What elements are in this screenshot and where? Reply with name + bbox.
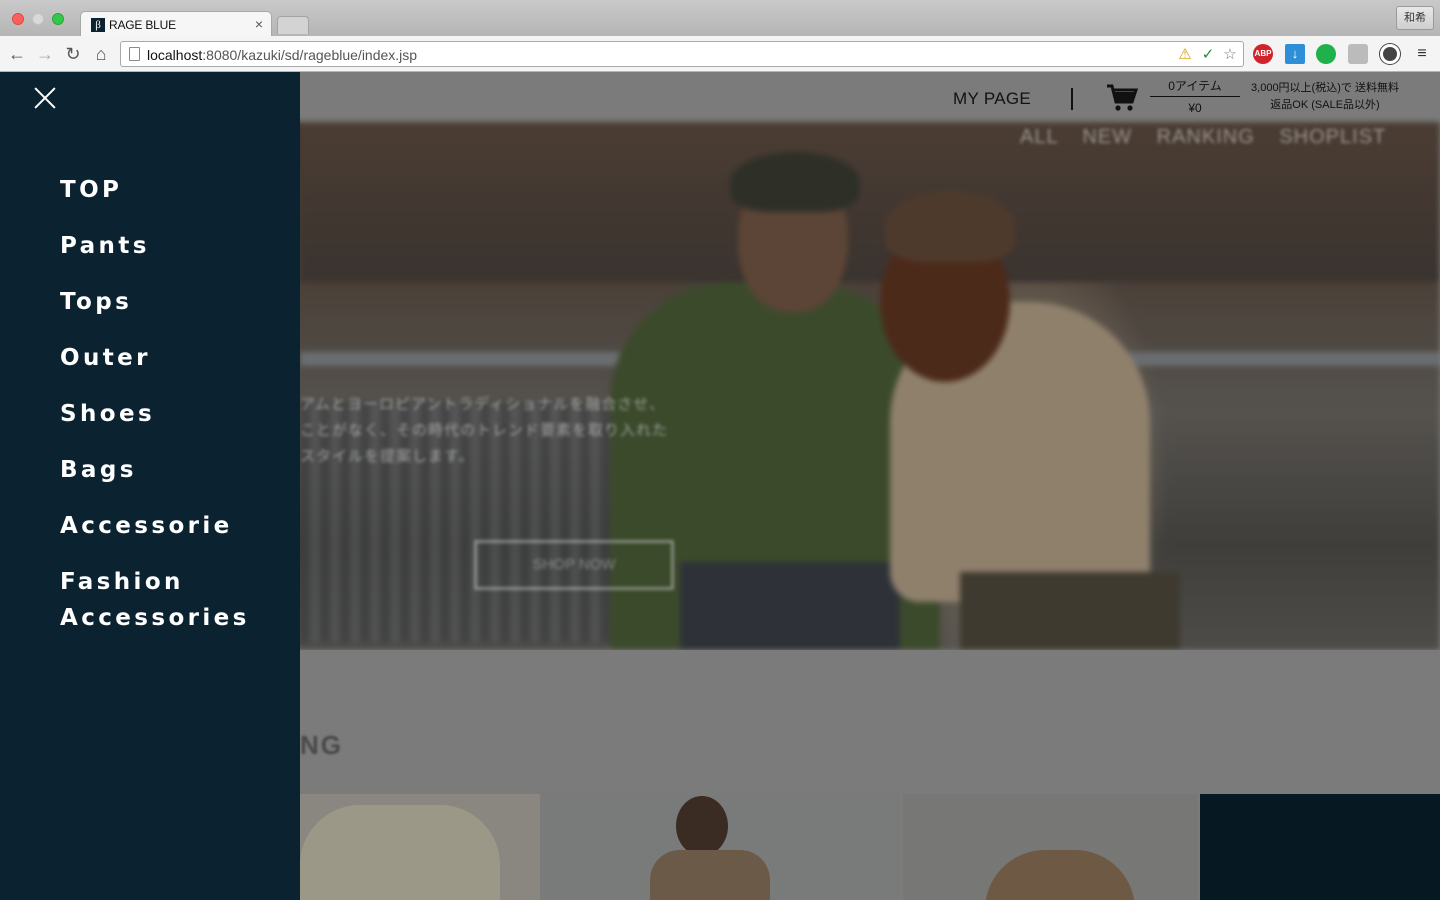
cart-icon[interactable] — [1106, 84, 1138, 112]
hero-woman-cap — [885, 192, 1015, 262]
shipping-notice: 3,000円以上(税込)で 送料無料 返品OK (SALE品以外) — [1240, 80, 1410, 114]
hero-man-legs — [680, 562, 900, 650]
drawer-item-tops[interactable]: Tops — [60, 284, 290, 320]
close-icon[interactable] — [33, 86, 57, 110]
evernote-icon[interactable] — [1316, 44, 1336, 64]
hero-text-line: アムとヨーロピアントラディショナルを融合させ、 — [300, 396, 666, 413]
drawer-item-pants[interactable]: Pants — [60, 228, 290, 264]
drawer-item-outer[interactable]: Outer — [60, 340, 290, 376]
tab-title: RAGE BLUE — [109, 18, 176, 32]
ranking-heading: NG — [300, 730, 343, 760]
hero-nav: ALL NEW RANKING SHOPLIST — [1020, 126, 1386, 149]
drawer-item-bags[interactable]: Bags — [60, 452, 290, 488]
tab-close-icon[interactable]: × — [255, 16, 263, 32]
shipping-line-1: 3,000円以上(税込)で 送料無料 — [1251, 82, 1399, 94]
hero-nav-new[interactable]: NEW — [1082, 126, 1132, 148]
hero-woman-legs — [960, 572, 1180, 650]
hero-man-cap — [730, 152, 860, 212]
browser-titlebar: β RAGE BLUE × 和希 — [0, 0, 1440, 37]
ime-indicator[interactable]: 和希 — [1396, 6, 1434, 30]
check-icon[interactable]: ✓ — [1199, 46, 1217, 64]
cart-total: ¥0 — [1188, 101, 1202, 115]
window-minimize-button[interactable] — [32, 13, 44, 25]
browser-toolbar: ← → ↻ ⌂ localhost:8080/kazuki/sd/rageblu… — [0, 36, 1440, 72]
site-favicon-icon: β — [91, 18, 105, 32]
drawer-item-accessorie[interactable]: Accessorie — [60, 508, 290, 544]
window-close-button[interactable] — [12, 13, 24, 25]
drawer-item-shoes[interactable]: Shoes — [60, 396, 290, 432]
hero-description: アムとヨーロピアントラディショナルを融合させ、 ことがなく、その時代のトレンド要… — [300, 392, 668, 470]
drawer-menu: TOP Pants Tops Outer Shoes Bags Accessor… — [60, 172, 290, 656]
browser-tab[interactable]: β RAGE BLUE × — [80, 11, 272, 37]
hero-nav-ranking[interactable]: RANKING — [1157, 126, 1255, 148]
menu-icon[interactable]: ≡ — [1411, 43, 1433, 65]
forward-arrow-icon[interactable]: → — [34, 43, 56, 65]
tool-icon[interactable] — [1348, 44, 1368, 64]
back-arrow-icon[interactable]: ← — [6, 43, 28, 65]
record-icon[interactable] — [1380, 44, 1400, 64]
star-icon[interactable]: ☆ — [1221, 46, 1239, 64]
window-zoom-button[interactable] — [52, 13, 64, 25]
hero-nav-all[interactable]: ALL — [1020, 126, 1058, 148]
header-divider — [1071, 88, 1073, 110]
hero-text-line: スタイルを提案します。 — [300, 448, 475, 465]
side-drawer: TOP Pants Tops Outer Shoes Bags Accessor… — [0, 72, 300, 900]
reload-icon[interactable]: ↻ — [62, 43, 84, 65]
home-icon[interactable]: ⌂ — [90, 43, 112, 65]
adblock-icon[interactable]: ABP — [1253, 44, 1273, 64]
warning-icon[interactable]: ⚠ — [1176, 46, 1194, 64]
product-image — [676, 796, 728, 856]
cart-item-count[interactable]: 0アイテム — [1150, 77, 1240, 97]
download-icon[interactable]: ↓ — [1285, 44, 1305, 64]
product-card[interactable] — [1200, 794, 1440, 900]
page-icon — [129, 47, 140, 61]
shipping-line-2: 返品OK (SALE品以外) — [1270, 99, 1380, 111]
url-text[interactable]: localhost:8080/kazuki/sd/rageblue/index.… — [147, 47, 417, 63]
new-tab-button[interactable] — [277, 16, 309, 34]
hero-text-line: ことがなく、その時代のトレンド要素を取り入れた — [300, 422, 669, 439]
address-bar[interactable]: localhost:8080/kazuki/sd/rageblue/index.… — [120, 41, 1244, 67]
product-image — [300, 805, 500, 900]
shop-now-button[interactable]: SHOP NOW — [474, 540, 674, 590]
drawer-item-top[interactable]: TOP — [60, 172, 290, 208]
drawer-item-fashion-accessories[interactable]: Fashion Accessories — [60, 564, 290, 636]
my-page-link[interactable]: MY PAGE — [953, 89, 1031, 109]
hero-nav-shoplist[interactable]: SHOPLIST — [1279, 126, 1386, 148]
page-viewport: MY PAGE 0アイテム ¥0 3,000円以上(税込)で 送料無料 返品OK… — [0, 72, 1440, 900]
product-image — [650, 850, 770, 900]
